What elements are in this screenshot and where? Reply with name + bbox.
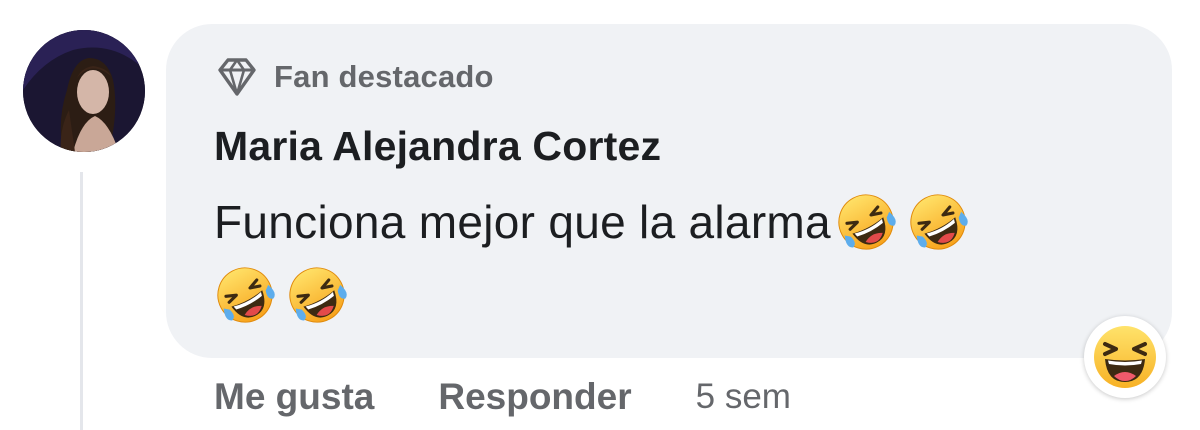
rolling-on-floor-laughing-emoji — [286, 264, 348, 326]
reply-button[interactable]: Responder — [438, 376, 631, 418]
rolling-on-floor-laughing-emoji — [835, 191, 897, 253]
avatar-photo — [23, 30, 145, 152]
diamond-icon — [214, 54, 260, 100]
comment-bubble: Fan destacado Maria Alejandra Cortez Fun… — [166, 24, 1172, 358]
avatar[interactable] — [23, 30, 145, 152]
reaction-badge[interactable] — [1084, 316, 1166, 398]
comment-text-line: Funciona mejor que la alarma — [214, 192, 969, 252]
comment: Fan destacado Maria Alejandra Cortez Fun… — [0, 0, 1200, 430]
comment-text: Funciona mejor que la alarma — [214, 196, 831, 248]
rolling-on-floor-laughing-emoji — [907, 191, 969, 253]
comment-actions: Me gusta Responder 5 sem — [214, 372, 791, 422]
haha-reaction-icon — [1094, 326, 1156, 388]
emoji-row — [214, 264, 348, 326]
like-button[interactable]: Me gusta — [214, 376, 374, 418]
badge-label: Fan destacado — [274, 59, 494, 94]
author-name[interactable]: Maria Alejandra Cortez — [214, 123, 661, 170]
top-fan-badge[interactable]: Fan destacado — [214, 54, 494, 100]
rolling-on-floor-laughing-emoji — [214, 264, 276, 326]
thread-line — [80, 172, 83, 430]
timestamp[interactable]: 5 sem — [696, 377, 791, 417]
